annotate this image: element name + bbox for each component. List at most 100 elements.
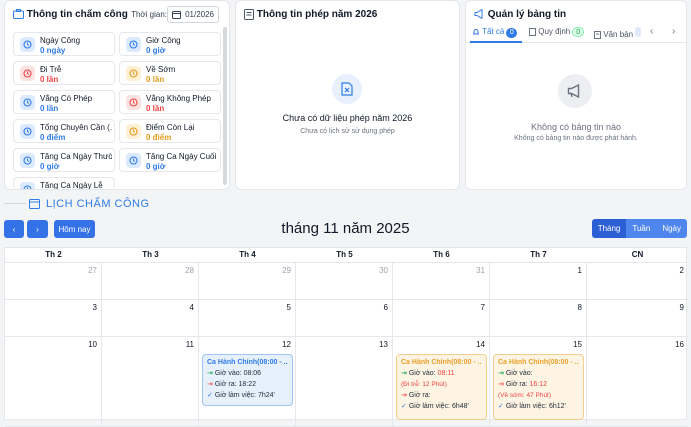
calendar-icon bbox=[20, 153, 35, 168]
tab-all-count: 0 bbox=[506, 28, 518, 38]
stat-value: 0 lần bbox=[40, 104, 59, 113]
document-icon bbox=[594, 30, 601, 39]
day-cell[interactable]: 16 bbox=[587, 337, 688, 427]
day-cell[interactable]: 13 bbox=[296, 337, 393, 427]
shift-event[interactable]: Ca Hành Chính(08:00 - ... ⇥ Giờ vào: ⇥ Gi… bbox=[493, 354, 584, 420]
shift-event[interactable]: Ca Hành Chính(08:00 - ... ⇥ Giờ vào: 08:0… bbox=[202, 354, 293, 406]
day-number: 3 bbox=[92, 303, 97, 312]
check-out-label: Giờ ra: bbox=[214, 381, 237, 388]
day-cell[interactable]: 2 bbox=[587, 263, 688, 300]
check-out-label: Giờ ra: bbox=[408, 392, 431, 399]
day-number: 4 bbox=[189, 303, 194, 312]
day-cell[interactable]: 5 bbox=[199, 300, 296, 337]
day-cell[interactable]: 10 bbox=[5, 337, 102, 427]
day-cell[interactable]: 27 bbox=[5, 263, 102, 300]
day-cell[interactable]: 8 bbox=[490, 300, 587, 337]
section-divider-left bbox=[4, 203, 26, 204]
news-empty-subtitle: Không có bảng tin nào được phát hành. bbox=[514, 135, 638, 142]
day-cell[interactable]: 6 bbox=[296, 300, 393, 337]
view-month-button[interactable]: Tháng bbox=[591, 219, 627, 238]
weekday-header: Th 5 bbox=[336, 250, 353, 259]
check-out-row: ⇥ Giờ ra: 18:22 bbox=[207, 379, 288, 390]
day-number: 15 bbox=[573, 340, 582, 349]
logout-icon: ⇥ bbox=[401, 392, 407, 399]
stat-label: Điểm Còn Lại bbox=[146, 123, 195, 132]
active-tab-indicator bbox=[470, 41, 522, 43]
early-note: (Về sớm: 47 Phút) bbox=[498, 392, 552, 399]
calendar-icon bbox=[172, 11, 182, 19]
day-cell[interactable]: 15 Ca Hành Chính(08:00 - ... ⇥ Giờ vào: ⇥ … bbox=[490, 337, 587, 427]
empty-megaphone-icon bbox=[558, 74, 592, 108]
tab-regulations[interactable]: Quy định 0 bbox=[529, 27, 585, 37]
day-number: 16 bbox=[675, 340, 684, 349]
day-cell[interactable]: 7 bbox=[393, 300, 490, 337]
view-day-button[interactable]: Ngày bbox=[656, 219, 687, 238]
megaphone-icon bbox=[474, 9, 483, 20]
news-tabs: Tất cả 0 Quy định 0 Văn bản ‹ › bbox=[466, 23, 686, 43]
check-in-time: 08:11 bbox=[437, 370, 455, 377]
check-circle-icon: ✓ bbox=[207, 392, 213, 399]
day-cell[interactable]: 1 bbox=[490, 263, 587, 300]
tab-all[interactable]: Tất cả 0 bbox=[472, 27, 518, 38]
day-cell[interactable]: 12 Ca Hành Chính(08:00 - ... ⇥ Giờ vào: 08… bbox=[199, 337, 296, 427]
day-cell[interactable]: 3 bbox=[5, 300, 102, 337]
stat-label: Vắng Không Phép bbox=[146, 94, 211, 103]
day-number: 10 bbox=[88, 340, 97, 349]
month-title: tháng 11 năm 2025 bbox=[281, 220, 410, 237]
day-number: 28 bbox=[185, 266, 194, 275]
day-cell[interactable]: 30 bbox=[296, 263, 393, 300]
day-cell[interactable]: 29 bbox=[199, 263, 296, 300]
stat-card: Ngày Công 0 ngày bbox=[13, 32, 115, 56]
stats-scrollbar[interactable] bbox=[223, 27, 227, 185]
day-number: 7 bbox=[480, 303, 485, 312]
day-cell[interactable]: 9 bbox=[587, 300, 688, 337]
stat-value: 0 ngày bbox=[40, 46, 66, 55]
time-picker[interactable]: 01/2026 bbox=[167, 6, 219, 23]
shift-name: Ca Hành Chính(08:00 - ... bbox=[401, 359, 482, 366]
stat-value: 0 điểm bbox=[40, 133, 66, 142]
leave-empty-title: Chưa có dữ liệu phép năm 2026 bbox=[282, 113, 413, 123]
stat-value: 0 lần bbox=[146, 75, 165, 84]
day-cell[interactable]: 28 bbox=[102, 263, 199, 300]
calendar-icon bbox=[126, 153, 141, 168]
stat-card: Tăng Ca Ngày Lễ bbox=[13, 177, 115, 189]
check-in-label: Giờ vào: bbox=[408, 370, 436, 377]
leave-card: Thông tin phép năm 2026 Chưa có dữ liệu … bbox=[235, 0, 460, 190]
check-out-label: Giờ ra: bbox=[505, 381, 528, 388]
day-cell[interactable]: 4 bbox=[102, 300, 199, 337]
check-in-row: ⇥ Giờ vào: bbox=[498, 368, 579, 379]
stat-value: 0 giờ bbox=[40, 162, 60, 171]
stat-label: Tăng Ca Ngày Cuối ... bbox=[146, 152, 218, 161]
logout-icon: ⇥ bbox=[498, 381, 504, 388]
work-hours-row: ✓ Giờ làm việc: 6h48' bbox=[401, 401, 482, 412]
tab-documents[interactable]: Văn bản bbox=[594, 27, 642, 39]
view-week-button[interactable]: Tuần bbox=[626, 219, 657, 238]
day-cell[interactable]: 31 bbox=[393, 263, 490, 300]
minus-circle-icon bbox=[20, 124, 35, 139]
tab-next-arrow-icon[interactable]: › bbox=[672, 26, 675, 37]
tab-prev-arrow-icon[interactable]: ‹ bbox=[650, 26, 653, 37]
day-cell[interactable]: 11 bbox=[102, 337, 199, 427]
leave-title-text: Thông tin phép năm 2026 bbox=[256, 9, 378, 21]
stat-card: Giờ Công 0 giờ bbox=[119, 32, 221, 56]
check-out-time: 18:22 bbox=[238, 381, 257, 388]
shift-event[interactable]: Ca Hành Chính(08:00 - ... ⇥ Giờ vào: 08:1… bbox=[396, 354, 487, 420]
day-number: 2 bbox=[679, 266, 684, 275]
weekday-header: Th 7 bbox=[530, 250, 547, 259]
weekday-header: Th 6 bbox=[433, 250, 450, 259]
day-number: 13 bbox=[379, 340, 388, 349]
check-circle-icon: ✓ bbox=[498, 403, 504, 410]
stat-value: 0 lần bbox=[40, 75, 59, 84]
day-number: 1 bbox=[577, 266, 582, 275]
work-hours-value: 7h24' bbox=[257, 392, 275, 399]
day-number: 11 bbox=[185, 340, 194, 349]
check-in-label: Giờ vào: bbox=[214, 370, 242, 377]
day-cell[interactable]: 14 Ca Hành Chính(08:00 - ... ⇥ Giờ vào: 08… bbox=[393, 337, 490, 427]
stat-label: Ngày Công bbox=[40, 36, 81, 45]
late-note: (Đi trễ: 12 Phút) bbox=[401, 381, 447, 388]
stat-card: Đi Trễ 0 lần bbox=[13, 61, 115, 85]
bell-icon bbox=[473, 28, 479, 35]
empty-file-icon bbox=[332, 74, 362, 104]
attendance-title-text: Thông tin chấm công bbox=[26, 9, 128, 20]
stat-value: 0 giờ bbox=[146, 46, 166, 55]
